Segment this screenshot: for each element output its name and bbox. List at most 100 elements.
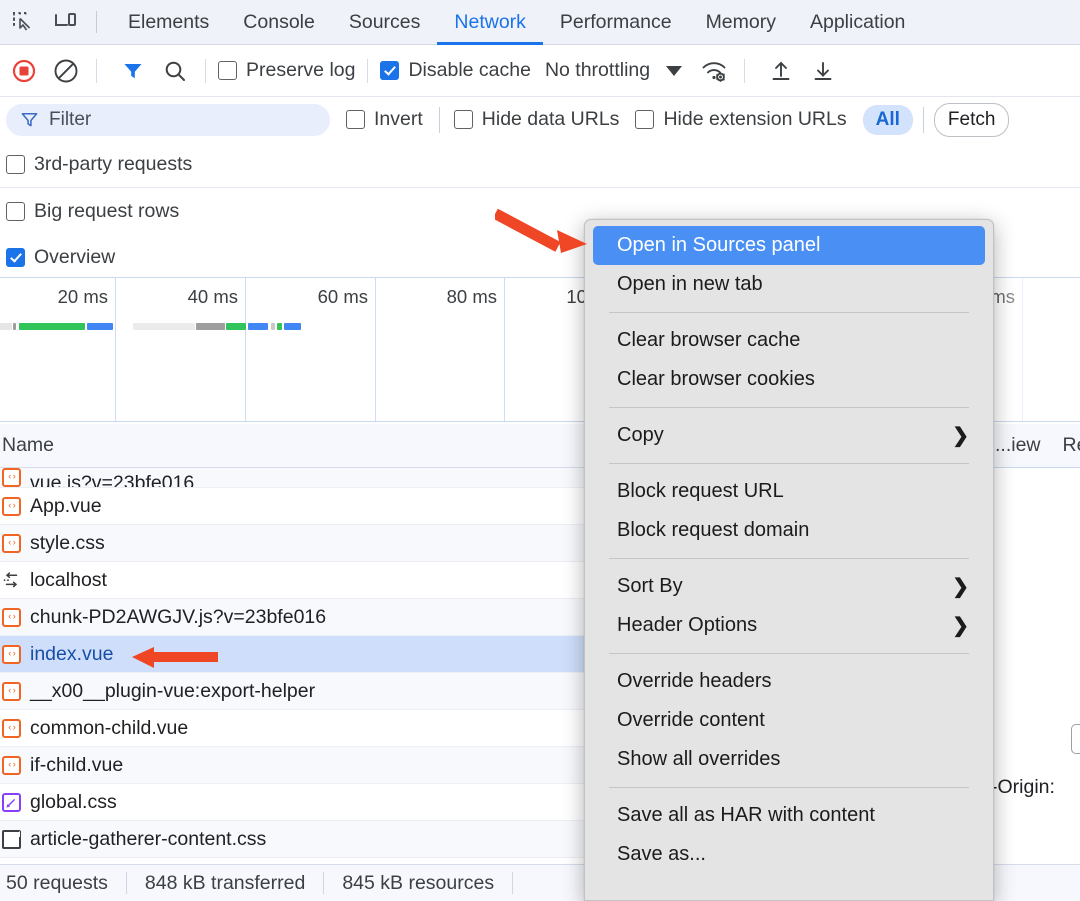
menu-item-label: Open in Sources panel	[617, 234, 820, 257]
type-filter-fetch[interactable]: Fetch	[934, 103, 1010, 137]
request-name[interactable]: global.css	[30, 791, 117, 814]
code-file-icon: ‹›	[2, 497, 21, 516]
menu-item-clear-browser-cookies[interactable]: Clear browser cookies	[593, 360, 985, 399]
clear-network-log-icon[interactable]	[48, 53, 84, 89]
disable-cache-checkbox[interactable]: Disable cache	[380, 59, 530, 82]
menu-item-open-in-new-tab[interactable]: Open in new tab	[593, 265, 985, 304]
websocket-icon	[2, 571, 21, 590]
tab-sources[interactable]: Sources	[332, 0, 438, 45]
menu-item-open-in-sources-panel[interactable]: Open in Sources panel	[593, 226, 985, 265]
menu-item-block-request-domain[interactable]: Block request domain	[593, 511, 985, 550]
request-name[interactable]: common-child.vue	[30, 717, 188, 740]
type-filter-all[interactable]: All	[863, 105, 913, 135]
tab-console[interactable]: Console	[226, 0, 332, 45]
request-name[interactable]: style.css	[30, 532, 105, 555]
overview-tick-60ms: 60 ms	[318, 286, 375, 308]
preserve-log-checkbox[interactable]: Preserve log	[218, 59, 355, 82]
overview-tick-20ms: 20 ms	[58, 286, 115, 308]
code-file-icon: ‹›	[2, 645, 21, 664]
details-tab-preview[interactable]: ...iew	[995, 434, 1041, 457]
code-file-icon: ‹›	[2, 468, 21, 487]
request-context-menu[interactable]: Open in Sources panel Open in new tab Cl…	[584, 219, 994, 901]
tab-label: Console	[243, 11, 315, 34]
filter-funnel-icon	[20, 110, 39, 129]
export-har-icon[interactable]	[805, 53, 841, 89]
request-name[interactable]: article-gatherer-content.css	[30, 828, 266, 851]
transferred-size: 848 kB transferred	[127, 872, 323, 895]
menu-item-label: Override content	[617, 709, 765, 732]
overview-label: Overview	[34, 246, 115, 269]
tab-application[interactable]: Application	[793, 0, 922, 45]
tab-network[interactable]: Network	[437, 0, 543, 45]
disable-cache-label: Disable cache	[408, 59, 530, 82]
menu-item-show-all-overrides[interactable]: Show all overrides	[593, 740, 985, 779]
request-name[interactable]: App.vue	[30, 495, 102, 518]
hide-data-urls-checkbox[interactable]: Hide data URLs	[454, 108, 620, 131]
record-stop-icon[interactable]	[6, 53, 42, 89]
chevron-down-icon[interactable]	[666, 66, 682, 76]
code-file-icon: ‹›	[2, 756, 21, 775]
checkbox-box	[635, 110, 654, 129]
throttling-select[interactable]: No throttling	[545, 59, 650, 82]
controlbar-divider-3	[367, 59, 368, 83]
invert-label: Invert	[374, 108, 423, 131]
menu-item-label: Open in new tab	[617, 273, 763, 296]
request-name[interactable]: if-child.vue	[30, 754, 123, 777]
filter-input[interactable]: Filter	[6, 104, 330, 136]
device-toolbar-icon[interactable]	[48, 5, 82, 39]
menu-item-override-headers[interactable]: Override headers	[593, 662, 985, 701]
network-control-bar: Preserve log Disable cache No throttling	[0, 45, 1080, 97]
menu-item-save-as[interactable]: Save as...	[593, 835, 985, 874]
invert-checkbox[interactable]: Invert	[346, 108, 423, 131]
tab-label: Memory	[706, 11, 776, 34]
menu-item-block-request-url[interactable]: Block request URL	[593, 472, 985, 511]
overview-tick-80ms: 80 ms	[447, 286, 504, 308]
filter-funnel-icon[interactable]	[115, 53, 151, 89]
details-tabbar[interactable]: ...iew Re...	[991, 424, 1080, 468]
request-name[interactable]: vue.js?v=23bfe016	[30, 472, 194, 488]
request-name[interactable]: chunk-PD2AWGJV.js?v=23bfe016	[30, 606, 326, 629]
code-file-icon: ‹›	[2, 608, 21, 627]
request-count: 50 requests	[0, 872, 126, 895]
request-name[interactable]: __x00__plugin-vue:export-helper	[30, 680, 315, 703]
search-icon[interactable]	[157, 53, 193, 89]
request-name[interactable]: index.vue	[30, 643, 113, 666]
wifi-settings-icon[interactable]	[696, 53, 732, 89]
hide-extension-urls-checkbox[interactable]: Hide extension URLs	[635, 108, 846, 131]
chevron-right-icon: ❯	[952, 616, 969, 636]
tab-memory[interactable]: Memory	[689, 0, 793, 45]
menu-separator	[609, 312, 969, 313]
inspect-element-icon[interactable]	[6, 5, 40, 39]
menu-item-copy[interactable]: Copy ❯	[593, 416, 985, 455]
menu-item-save-all-as-har-with-content[interactable]: Save all as HAR with content	[593, 796, 985, 835]
big-request-rows-label: Big request rows	[34, 200, 179, 223]
request-name[interactable]: localhost	[30, 569, 107, 592]
header-name-fragment: -Origin:	[991, 776, 1055, 799]
menu-item-clear-browser-cache[interactable]: Clear browser cache	[593, 321, 985, 360]
overview-checkbox[interactable]: Overview	[6, 246, 115, 269]
statusbar-divider-3	[512, 872, 513, 894]
menu-separator	[609, 653, 969, 654]
menu-separator	[609, 463, 969, 464]
details-tab-response[interactable]: Re...	[1063, 434, 1080, 457]
menu-item-label: Block request domain	[617, 519, 809, 542]
tab-elements[interactable]: Elements	[111, 0, 226, 45]
tab-performance[interactable]: Performance	[543, 0, 689, 45]
controlbar-divider-1	[96, 59, 97, 83]
menu-item-override-content[interactable]: Override content	[593, 701, 985, 740]
checkbox-box	[454, 110, 473, 129]
menu-item-label: Save all as HAR with content	[617, 804, 875, 827]
network-filter-bar: Filter Invert Hide data URLs Hide extens…	[0, 97, 1080, 142]
big-request-rows-checkbox[interactable]: Big request rows	[6, 200, 179, 223]
column-header-name[interactable]: Name	[2, 434, 54, 457]
request-details-panel: ...iew Re... -Origin:	[990, 424, 1080, 864]
menu-item-header-options[interactable]: Header Options ❯	[593, 606, 985, 645]
details-search-input[interactable]	[1071, 724, 1080, 754]
third-party-requests-row[interactable]: 3rd-party requests	[0, 142, 1080, 188]
overview-tick-40ms: 40 ms	[188, 286, 245, 308]
third-party-requests-checkbox[interactable]: 3rd-party requests	[6, 153, 192, 176]
code-file-icon: ‹›	[2, 682, 21, 701]
menu-item-sort-by[interactable]: Sort By ❯	[593, 567, 985, 606]
checkbox-box	[218, 61, 237, 80]
import-har-icon[interactable]	[763, 53, 799, 89]
